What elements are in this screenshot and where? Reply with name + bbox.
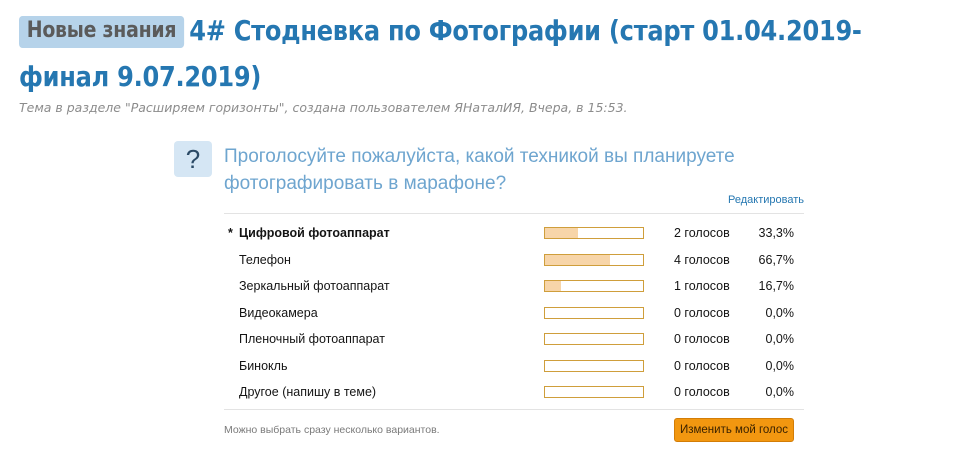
poll-option-label: Видеокамера [239, 305, 318, 320]
vote-percent: 0,0% [765, 385, 795, 399]
thread-meta: Тема в разделе "Расширяем горизонты", со… [19, 100, 628, 115]
vote-count: 1 голосов [674, 279, 730, 293]
poll-option: * Цифровой фотоаппарат 2 голосов 33,3% [224, 222, 804, 249]
poll-option: Видеокамера 0 голосов 0,0% [224, 302, 804, 329]
vote-count: 0 голосов [674, 332, 730, 346]
vote-bar [544, 280, 644, 292]
vote-count: 2 голосов [674, 226, 730, 240]
vote-bar [544, 306, 644, 319]
vote-percent: 16,7% [758, 279, 794, 293]
vote-count: 4 голосов [674, 252, 730, 267]
poll-options: * Цифровой фотоаппарат 2 голосов 33,3% Телеф… [224, 222, 804, 408]
poll-option-label: Пленочный фотоаппарат [239, 332, 385, 346]
vote-percent: 33,3% [758, 226, 794, 240]
vote-bar [544, 333, 644, 345]
poll-option-label: Телефон [239, 252, 291, 267]
vote-percent: 66,7% [758, 252, 794, 267]
poll-option: Другое (напишу в теме) 0 голосов 0,0% [224, 381, 804, 408]
vote-bar [544, 386, 644, 398]
poll-divider-bottom [224, 409, 804, 410]
thread-title: Новые знания 4# Стодневка по Фотографии (… [19, 8, 948, 100]
vote-bar-fill [545, 228, 578, 238]
poll-option-label: Цифровой фотоаппарат [239, 226, 390, 240]
voted-marker: * [228, 226, 233, 240]
thread-header: Новые знания 4# Стодневка по Фотографии (… [19, 8, 949, 100]
vote-count: 0 голосов [674, 305, 730, 320]
vote-percent: 0,0% [765, 332, 795, 346]
thread-prefix-badge[interactable]: Новые знания [19, 16, 185, 48]
vote-count: 0 голосов [674, 385, 730, 399]
poll-divider-top [224, 213, 804, 214]
vote-bar [544, 253, 644, 266]
poll-note: Можно выбрать сразу несколько вариантов. [224, 424, 440, 436]
vote-bar [544, 227, 644, 239]
question-icon: ? [174, 141, 212, 177]
poll-option-label: Бинокль [239, 358, 288, 373]
vote-bar-fill [545, 281, 562, 291]
poll-option-label: Зеркальный фотоаппарат [239, 279, 390, 293]
vote-percent: 0,0% [765, 358, 795, 373]
change-vote-button[interactable]: Изменить мой голос [674, 418, 794, 442]
poll-option-label: Другое (напишу в теме) [239, 385, 377, 399]
poll-option: Бинокль 0 голосов 0,0% [224, 355, 804, 382]
vote-bar-fill [545, 254, 611, 265]
vote-bar [544, 359, 644, 372]
edit-poll-link[interactable]: Редактировать [728, 194, 804, 206]
poll-option: Телефон 4 голосов 66,7% [224, 249, 804, 276]
vote-count: 0 голосов [674, 358, 730, 373]
poll-option: Зеркальный фотоаппарат 1 голосов 16,7% [224, 275, 804, 302]
poll-question: Проголосуйте пожалуйста, какой техникой … [224, 146, 735, 194]
poll-option: Пленочный фотоаппарат 0 голосов 0,0% [224, 328, 804, 355]
vote-percent: 0,0% [765, 305, 795, 320]
